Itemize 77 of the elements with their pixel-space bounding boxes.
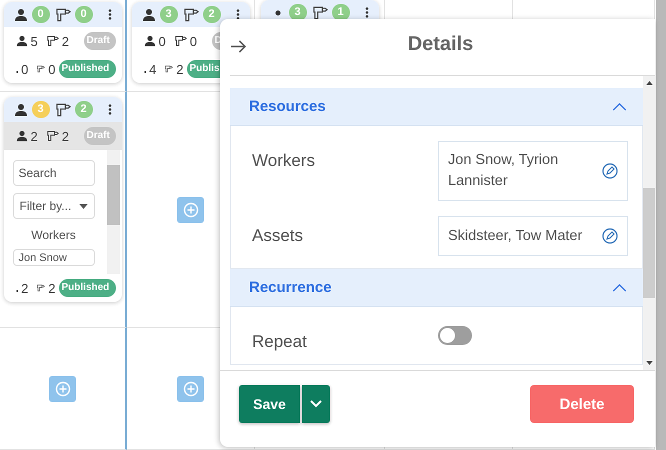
worker-count: 2 — [30, 128, 38, 144]
person-icon — [14, 102, 28, 116]
asset-count: 0 — [48, 62, 56, 76]
count-badge: 2 — [202, 6, 220, 23]
resource-field[interactable]: Jon Snow, Tyrion Lannister — [438, 141, 628, 201]
scroll-up-icon[interactable] — [646, 81, 652, 85]
scroll-down-icon[interactable] — [646, 361, 652, 365]
drill-icon — [56, 8, 70, 22]
drill-icon — [46, 35, 59, 47]
event-card[interactable]: 0 0 5 2 Draft 0 0 Published — [4, 2, 122, 83]
arrow-right-icon[interactable] — [230, 40, 247, 53]
person-icon — [14, 8, 28, 22]
drill-icon — [165, 63, 174, 75]
save-button[interactable]: Save — [239, 385, 300, 423]
edit-icon[interactable] — [602, 163, 618, 179]
status-badge: Draft — [84, 32, 116, 50]
picker-heading: Workers — [30, 228, 77, 242]
section-header[interactable]: Resources — [230, 88, 643, 126]
scrollbar[interactable] — [643, 76, 655, 370]
plus-circle-icon — [182, 202, 198, 218]
chevron-up-icon[interactable] — [612, 102, 627, 110]
worker-count: 0 — [158, 34, 166, 48]
drill-icon — [56, 102, 70, 116]
section-header[interactable]: Recurrence — [230, 269, 643, 307]
dot-icon — [16, 70, 18, 74]
drill-icon — [46, 130, 59, 142]
save-options-button[interactable] — [302, 385, 330, 423]
scrollbar[interactable] — [106, 150, 120, 274]
field-label: Assets — [252, 225, 304, 246]
status-badge: Published — [58, 60, 116, 78]
person-icon — [16, 35, 28, 47]
count-badge: 0 — [74, 6, 92, 23]
person-icon — [144, 35, 156, 47]
worker-count: 5 — [30, 34, 38, 48]
plus-circle-icon — [182, 380, 198, 396]
resource-field[interactable]: Skidsteer, Tow Mater — [438, 216, 628, 256]
person-icon — [142, 8, 156, 22]
asset-count: 2 — [176, 62, 184, 76]
dot-icon — [144, 70, 146, 74]
kebab-menu-icon[interactable] — [236, 9, 240, 20]
worker-count: 2 — [21, 280, 28, 296]
plus-circle-icon — [54, 380, 70, 396]
status-badge: Published — [58, 279, 116, 297]
worker-count: 0 — [21, 62, 28, 76]
kebab-menu-icon[interactable] — [364, 7, 368, 18]
drill-icon — [37, 63, 46, 75]
worker-count: 4 — [149, 62, 156, 76]
chevron-down-icon — [310, 400, 322, 408]
count-badge: 3 — [32, 101, 50, 118]
panel-title: Details — [408, 32, 474, 56]
status-badge: Draft — [84, 127, 116, 145]
worker-option[interactable]: Jon Snow — [12, 249, 94, 266]
asset-count: 2 — [62, 128, 69, 144]
drill-icon — [37, 282, 46, 294]
asset-count: 2 — [48, 280, 56, 296]
drill-icon — [174, 35, 187, 47]
person-icon — [16, 130, 28, 142]
filter-dropdown[interactable]: Filter by... — [12, 193, 94, 219]
dot-icon — [16, 289, 18, 293]
drill-icon — [312, 6, 328, 20]
chevron-up-icon[interactable] — [612, 284, 627, 292]
drill-icon — [184, 8, 198, 22]
field-label: Repeat — [252, 331, 308, 352]
toggle-switch[interactable] — [438, 326, 472, 345]
field-label: Workers — [252, 150, 316, 171]
asset-count: 0 — [190, 34, 197, 48]
event-card[interactable]: 3 2 2 2 Draft Search Filter by... Workers Jon Snow 2 2 Published — [4, 97, 122, 302]
kebab-menu-icon[interactable] — [108, 104, 112, 115]
kebab-menu-icon[interactable] — [108, 9, 112, 20]
count-badge: 2 — [74, 101, 92, 118]
count-badge: 3 — [160, 6, 178, 23]
edit-icon[interactable] — [602, 228, 618, 244]
asset-count: 2 — [62, 34, 69, 48]
count-badge: 0 — [32, 6, 50, 23]
scrollbar[interactable] — [655, 0, 666, 450]
caret-down-icon — [78, 204, 88, 208]
search-field[interactable]: Search — [12, 160, 94, 186]
